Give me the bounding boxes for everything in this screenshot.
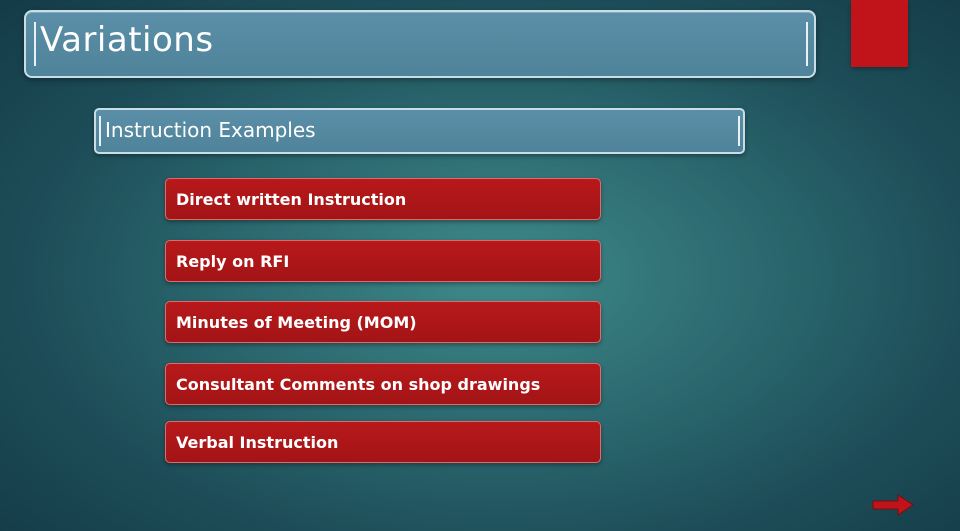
list-item-label: Reply on RFI [176, 252, 290, 271]
list-item-verbal-instruction: Verbal Instruction [165, 421, 601, 463]
list-item-direct-written-instruction: Direct written Instruction [165, 178, 601, 220]
decorative-red-square [851, 0, 908, 67]
subtitle-bar-right-mark [738, 116, 740, 146]
list-item-label: Direct written Instruction [176, 190, 407, 209]
slide-subtitle: Instruction Examples [105, 118, 316, 142]
subtitle-bar-left-mark [99, 116, 101, 146]
title-bar-left-mark [34, 22, 36, 66]
title-bar-right-mark [806, 22, 808, 66]
slide-title: Variations [40, 20, 214, 60]
list-item-label: Minutes of Meeting (MOM) [176, 313, 417, 332]
list-item-minutes-of-meeting: Minutes of Meeting (MOM) [165, 301, 601, 343]
list-item-label: Consultant Comments on shop drawings [176, 375, 541, 394]
slide-title-bar: Variations [24, 10, 816, 78]
list-item-reply-on-rfi: Reply on RFI [165, 240, 601, 282]
list-item-consultant-comments: Consultant Comments on shop drawings [165, 363, 601, 405]
list-item-label: Verbal Instruction [176, 433, 339, 452]
right-arrow-icon[interactable] [872, 494, 914, 516]
subtitle-bar: Instruction Examples [94, 108, 745, 154]
